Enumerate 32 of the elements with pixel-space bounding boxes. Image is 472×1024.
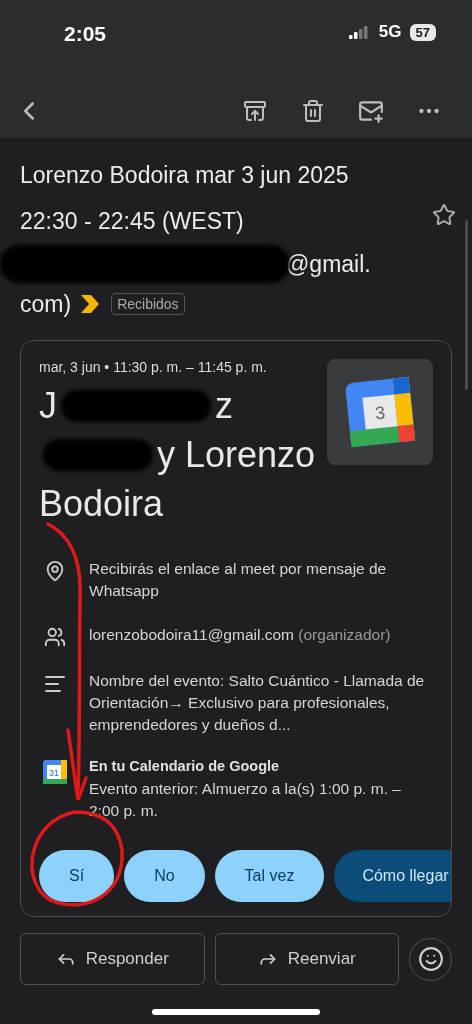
subject-text: Lorenzo Bodoira mar 3 jun 2025 [20, 161, 350, 190]
event-title: Bodoira [39, 482, 164, 525]
event-title: z [215, 384, 233, 427]
mail-icon[interactable] [358, 98, 384, 124]
location-pin-icon [44, 560, 66, 582]
event-title: J [39, 384, 57, 427]
forward-button[interactable]: Reenviar [214, 933, 399, 985]
directions-button[interactable]: Cómo llegar [334, 850, 451, 902]
sender-email: com) [20, 290, 72, 319]
people-icon [44, 626, 66, 648]
rsvp-button[interactable]: No [124, 850, 205, 902]
calendar-app-icon: 31 [43, 760, 67, 784]
status-time: 2:05 [64, 22, 107, 46]
inbox-label: Recibidos [111, 293, 185, 315]
subject-text: 22:30 - 22:45 (WEST) [20, 207, 245, 236]
event-detail: lorenzobodoira11@gmail.com (organizador) [89, 625, 391, 645]
calendar-heading: En tu Calendario de Google [89, 758, 281, 774]
rsvp-button[interactable]: Sí [39, 850, 115, 902]
event-detail: Nombre del evento: Salto Cuántico - Llamada de Orientación→ Exclusivo para profesionales, emprendedores y dueños d... [89, 671, 425, 735]
battery-indicator: 57 [409, 23, 436, 41]
trash-icon[interactable] [301, 99, 325, 123]
smiley-icon [417, 946, 444, 972]
archive-icon[interactable] [243, 99, 267, 123]
event-date: mar, 3 jun • 11:30 p. m. – 11:45 p. m. [39, 359, 268, 375]
importance-marker-icon [81, 295, 102, 313]
event-detail: Recibirás el enlace al meet por mensaje de Whatsapp [89, 559, 388, 601]
sender-email: @gmail. [286, 250, 371, 279]
signal-icon [348, 25, 371, 39]
reply-button[interactable]: Responder [20, 933, 205, 985]
event-title: y Lorenzo [157, 433, 316, 476]
network-label: 5G [378, 22, 402, 42]
rsvp-button[interactable]: Tal vez [214, 850, 325, 902]
